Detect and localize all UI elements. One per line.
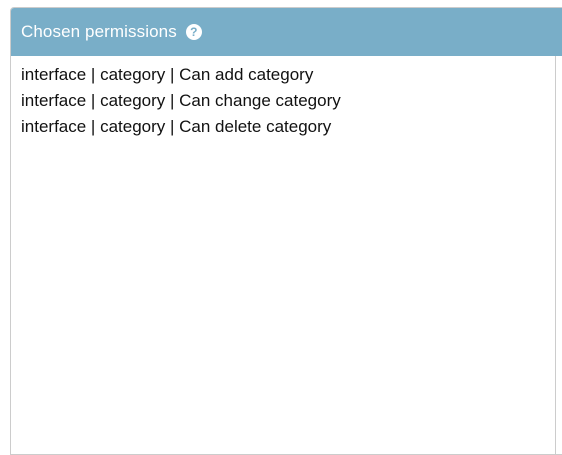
chosen-permissions-box: Chosen permissions ? interface | categor… [10,7,562,455]
chosen-permissions-header: Chosen permissions ? [11,8,562,56]
chosen-permission-option[interactable]: interface | category | Can delete catego… [21,114,555,140]
question-circle-icon[interactable]: ? [185,24,202,40]
chosen-permission-option[interactable]: interface | category | Can change catego… [21,88,555,114]
chosen-permissions-title: Chosen permissions [21,22,177,41]
chosen-permission-option[interactable]: interface | category | Can add category [21,62,555,88]
chosen-permissions-list[interactable]: interface | category | Can add category … [11,56,556,454]
